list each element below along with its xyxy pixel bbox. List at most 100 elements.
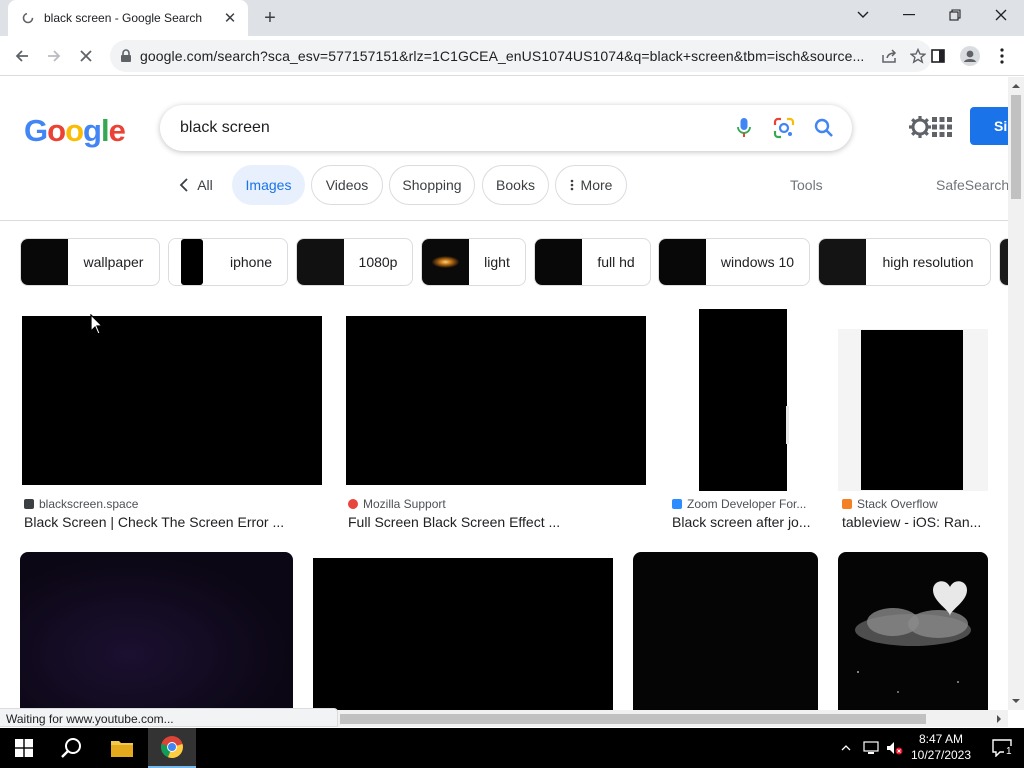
tab-search-icon[interactable]: [840, 0, 886, 30]
tray-chevron-up-icon[interactable]: [836, 728, 856, 768]
result-title[interactable]: Full Screen Black Screen Effect ...: [348, 514, 646, 530]
search-icon[interactable]: [804, 108, 844, 148]
result-image[interactable]: [838, 309, 988, 491]
mouse-cursor-icon: [90, 313, 104, 336]
notification-center-icon[interactable]: 1: [982, 728, 1022, 768]
tab-images-label: Images: [245, 177, 292, 193]
notification-count-badge: 1: [1004, 746, 1014, 757]
sign-in-button[interactable]: Si: [970, 107, 1008, 145]
lock-icon[interactable]: [120, 49, 132, 63]
browser-tab[interactable]: black screen - Google Search ✕: [8, 0, 248, 36]
tab-videos-label: Videos: [325, 177, 369, 193]
result-image[interactable]: [346, 316, 646, 485]
header-divider: [0, 220, 1008, 221]
related-chip-light[interactable]: light: [421, 238, 526, 286]
search-input[interactable]: black screen: [180, 119, 724, 137]
google-logo[interactable]: Google: [24, 113, 126, 149]
chip-label: 1080p: [358, 254, 398, 270]
google-apps-icon[interactable]: [930, 115, 954, 139]
browser-menu-icon[interactable]: [988, 42, 1016, 70]
address-url: google.com/search?sca_esv=577157151&rlz=…: [140, 48, 865, 64]
tools-button[interactable]: Tools: [790, 177, 823, 193]
tab-books-label: Books: [496, 177, 535, 193]
chrome-taskbar-icon[interactable]: [148, 728, 196, 768]
search-filters: All Images Videos Shopping Books More: [0, 165, 1008, 205]
site-favicon-icon: [672, 499, 682, 509]
microphone-icon[interactable]: [724, 108, 764, 148]
side-panel-icon[interactable]: [924, 42, 952, 70]
result-source-label: Stack Overflow: [857, 497, 938, 511]
stop-loading-icon[interactable]: [72, 42, 100, 70]
result-image[interactable]: [22, 316, 322, 485]
result-image[interactable]: [668, 309, 818, 491]
result-image[interactable]: [633, 552, 818, 710]
google-lens-icon[interactable]: [764, 108, 804, 148]
chip-label: light: [484, 254, 510, 270]
new-tab-button[interactable]: +: [258, 6, 282, 30]
taskbar-search-icon[interactable]: [48, 728, 96, 768]
scroll-up-arrow-icon[interactable]: [1008, 79, 1024, 93]
windows-start-icon[interactable]: [0, 728, 48, 768]
related-chip-partial[interactable]: [999, 238, 1008, 286]
chip-thumbnail: [535, 239, 582, 285]
minimize-button[interactable]: [886, 0, 932, 30]
network-icon[interactable]: [860, 728, 882, 768]
forward-arrow-icon[interactable]: [40, 42, 68, 70]
scroll-down-arrow-icon[interactable]: [1008, 694, 1024, 708]
back-arrow-icon[interactable]: [8, 42, 36, 70]
tab-videos[interactable]: Videos: [311, 165, 383, 205]
chip-label: wallpaper: [83, 254, 144, 270]
related-chip-full-hd[interactable]: full hd: [534, 238, 651, 286]
result-title[interactable]: Black screen after jo...: [672, 514, 818, 530]
status-bubble: Waiting for www.youtube.com...: [0, 708, 338, 727]
tab-books[interactable]: Books: [482, 165, 549, 205]
chip-thumbnail: [659, 239, 706, 285]
related-chip-iphone[interactable]: iphone: [168, 238, 288, 286]
chevron-left-icon: [179, 178, 188, 192]
share-icon[interactable]: [876, 42, 904, 70]
related-chip-windows-10[interactable]: windows 10: [658, 238, 810, 286]
chip-thumbnail: [819, 239, 866, 285]
file-explorer-icon[interactable]: [98, 728, 146, 768]
result-source[interactable]: Stack Overflow: [842, 497, 938, 511]
vertical-scroll-thumb[interactable]: [1011, 95, 1021, 199]
tab-all[interactable]: All: [166, 165, 226, 205]
related-chip-high-resolution[interactable]: high resolution: [818, 238, 991, 286]
tab-title: black screen - Google Search: [44, 11, 203, 25]
tab-shopping[interactable]: Shopping: [389, 165, 475, 205]
safesearch-button[interactable]: SafeSearch: [936, 177, 1008, 193]
result-source[interactable]: blackscreen.space: [24, 497, 138, 511]
result-source-label: Zoom Developer For...: [687, 497, 807, 511]
tab-images[interactable]: Images: [232, 165, 305, 205]
result-image[interactable]: [838, 552, 988, 710]
close-tab-icon[interactable]: ✕: [220, 8, 240, 28]
scroll-right-arrow-icon[interactable]: [992, 711, 1006, 727]
result-title[interactable]: Black Screen | Check The Screen Error ..…: [24, 514, 322, 530]
site-favicon-icon: [24, 499, 34, 509]
profile-avatar-icon[interactable]: [956, 42, 984, 70]
taskbar-clock[interactable]: 8:47 AM 10/27/2023: [904, 731, 978, 763]
result-image[interactable]: [20, 552, 293, 710]
heart-cloud-image-icon: [855, 581, 971, 693]
restore-button[interactable]: [932, 0, 978, 30]
result-image[interactable]: [313, 558, 613, 710]
chip-thumbnail: [297, 239, 344, 285]
result-source[interactable]: Zoom Developer For...: [672, 497, 806, 511]
result-source-label: blackscreen.space: [39, 497, 139, 511]
chip-label: high resolution: [882, 254, 974, 270]
result-title[interactable]: tableview - iOS: Ran...: [842, 514, 988, 530]
close-window-button[interactable]: [978, 0, 1024, 30]
site-favicon-icon: [348, 499, 358, 509]
horizontal-scroll-thumb[interactable]: [340, 714, 926, 724]
related-chip-1080p[interactable]: 1080p: [296, 238, 413, 286]
address-bar[interactable]: google.com/search?sca_esv=577157151&rlz=…: [110, 40, 932, 72]
volume-muted-icon[interactable]: [884, 728, 906, 768]
tab-more[interactable]: More: [555, 165, 627, 205]
loading-icon: [20, 10, 36, 26]
vertical-scrollbar[interactable]: [1008, 77, 1024, 710]
result-source[interactable]: Mozilla Support: [348, 497, 446, 511]
site-favicon-icon: [842, 499, 852, 509]
related-chip-wallpaper[interactable]: wallpaper: [20, 238, 160, 286]
clock-date: 10/27/2023: [910, 748, 972, 762]
search-box[interactable]: black screen: [160, 105, 852, 151]
